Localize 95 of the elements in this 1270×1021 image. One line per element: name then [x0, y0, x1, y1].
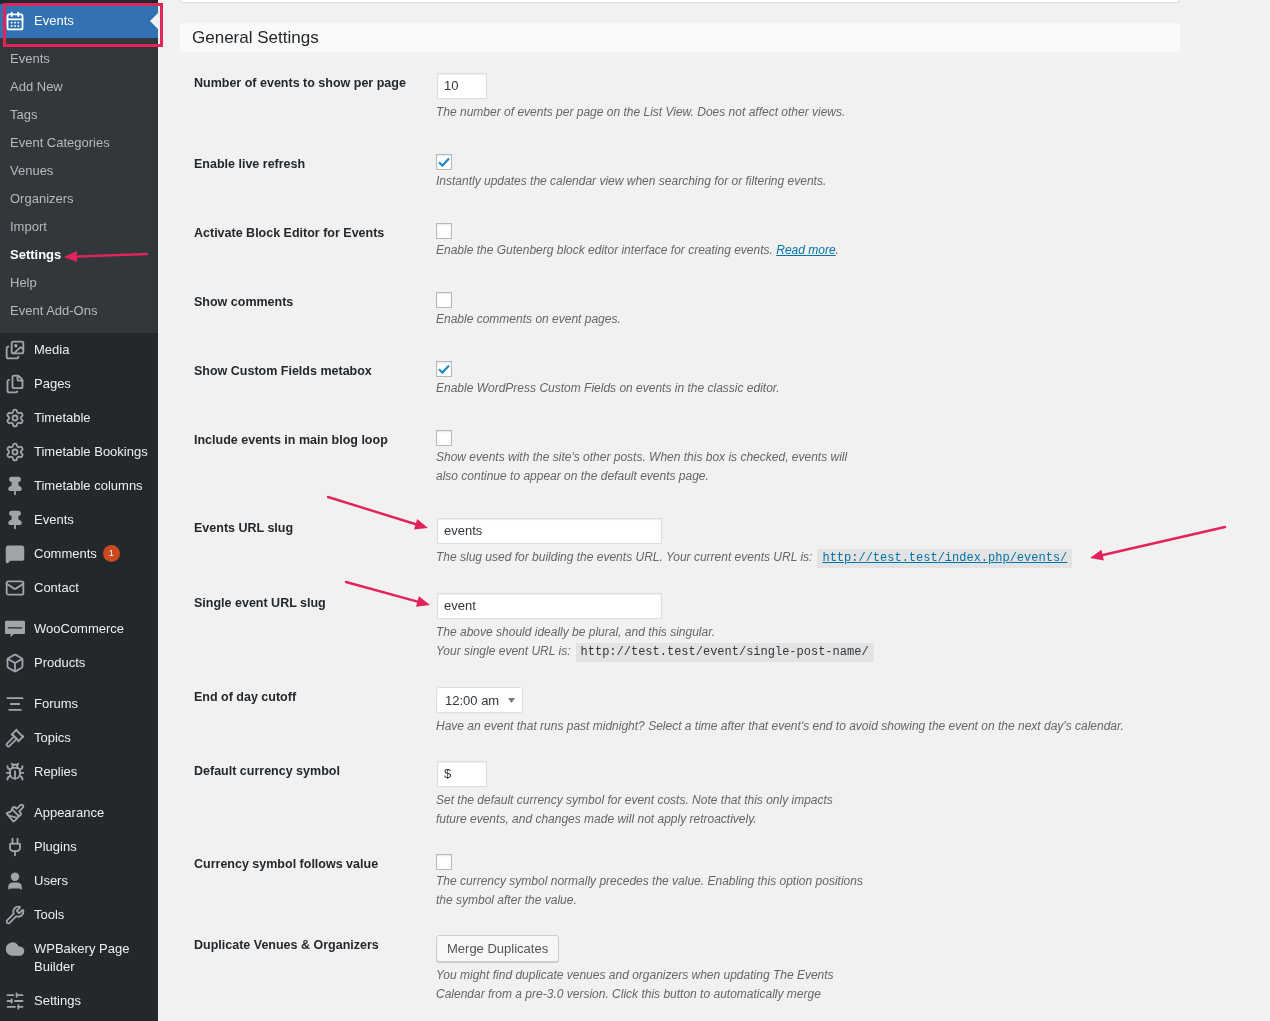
text-input[interactable]: 10 [437, 73, 487, 99]
menu-item[interactable]: Tools [0, 898, 158, 932]
url-link[interactable]: http://test.test/index.php/events/ [817, 549, 1073, 568]
gavel-icon [5, 728, 25, 748]
submenu-item[interactable]: Add New [0, 73, 158, 101]
menu-item[interactable]: Appearance [0, 796, 158, 830]
gear-icon [5, 442, 25, 462]
images-icon [5, 340, 25, 360]
menu-item[interactable]: Timetable Bookings [0, 435, 158, 469]
menu-item[interactable]: Comments 1 [0, 537, 158, 571]
menu-item[interactable]: Pages [0, 367, 158, 401]
field-description: The slug used for building the events URL. Your current events URL is: http://test.test/index.php/events/ [436, 548, 1073, 568]
setting-label: Include events in main blog loop [194, 432, 388, 449]
documents-icon [5, 374, 25, 394]
checkbox[interactable] [436, 430, 452, 446]
field-description: The above should ideally be plural, and this singular. [436, 624, 716, 641]
field-description: Set the default currency symbol for event costs. Note that this only impacts future events, and changes made will not apply retroactively. [436, 792, 833, 828]
field-description: Enable comments on event pages. [436, 311, 621, 328]
checkmark-icon [438, 157, 450, 167]
checkmark-icon [438, 364, 450, 374]
menu-item[interactable]: Plugins [0, 830, 158, 864]
envelope-icon [5, 578, 25, 598]
section-header: General Settings [180, 23, 1180, 52]
setting-label: Duplicate Venues & Organizers [194, 937, 379, 954]
menu-item[interactable]: Media [0, 333, 158, 367]
label-bubble-icon [5, 619, 25, 639]
setting-label: Default currency symbol [194, 763, 340, 780]
setting-label: Enable live refresh [194, 156, 306, 173]
submenu-item[interactable]: Tags [0, 101, 158, 129]
menu-item[interactable]: Timetable columns [0, 469, 158, 503]
setting-label: Single event URL slug [194, 595, 326, 612]
time-select[interactable]: 12:00 am [436, 687, 523, 713]
checkbox[interactable] [436, 223, 452, 239]
menu-item[interactable]: Users [0, 864, 158, 898]
bug-icon [5, 762, 25, 782]
user-icon [5, 871, 25, 891]
pin-icon [5, 510, 25, 530]
text-input[interactable]: events [437, 518, 662, 544]
menu-item[interactable]: Forums [0, 687, 158, 721]
menu-item[interactable]: Timetable [0, 401, 158, 435]
calendar-icon [5, 11, 25, 31]
triangle-icon [150, 13, 158, 29]
field-description: The number of events per page on the List View. Does not affect other views. [436, 104, 846, 121]
setting-label: Events URL slug [194, 520, 294, 537]
submenu-item[interactable]: Help [0, 269, 158, 297]
field-description: Instantly updates the calendar view when searching for or filtering events. [436, 173, 827, 190]
checkbox[interactable] [436, 361, 452, 377]
read-more-link[interactable]: Read more [776, 243, 836, 257]
submenu-item[interactable]: Event Add-Ons [0, 297, 158, 325]
submenu-item[interactable]: Events [0, 45, 158, 73]
text-input[interactable]: event [437, 593, 662, 619]
submenu-item[interactable]: Event Categories [0, 129, 158, 157]
url-code: http://test.test/event/single-post-name/ [575, 643, 874, 662]
setting-label: Number of events to show per page [194, 75, 406, 92]
menu-item[interactable]: Events [0, 503, 158, 537]
setting-label: Show comments [194, 294, 294, 311]
field-description: Enable WordPress Custom Fields on events in the classic editor. [436, 380, 780, 397]
menu-item[interactable]: WooCommerce [0, 612, 158, 646]
submenu-item[interactable]: Import [0, 213, 158, 241]
setting-label: Currency symbol follows value [194, 856, 379, 873]
field-description: Show events with the site's other posts. When this box is checked, events will also continue to appear on the default events page. [436, 449, 848, 485]
menu-item[interactable]: WPBakery Page Builder [0, 932, 158, 984]
menu-item[interactable]: Events [0, 4, 158, 38]
lines-icon [5, 694, 25, 714]
box-icon [5, 653, 25, 673]
checkbox[interactable] [436, 154, 452, 170]
submenu-item[interactable]: Venues [0, 157, 158, 185]
sliders-icon [5, 991, 25, 1011]
paintbrush-icon [5, 803, 25, 823]
submenu-item[interactable]: Organizers [0, 185, 158, 213]
setting-label: Show Custom Fields metabox [194, 363, 372, 380]
menu-item[interactable]: Contact [0, 571, 158, 605]
setting-label: End of day cutoff [194, 689, 297, 706]
field-description: You might find duplicate venues and organizers when updating The Events Calendar from a pre-3.0 version. Click this button to automatically merge [436, 967, 834, 1003]
setting-label: Activate Block Editor for Events [194, 225, 385, 242]
field-description: The currency symbol normally precedes the value. Enabling this option positions the symbol after the value. [436, 873, 863, 909]
pin-icon [5, 476, 25, 496]
submenu-item[interactable]: Settings [0, 241, 158, 269]
wrench-icon [5, 905, 25, 925]
checkbox[interactable] [436, 854, 452, 870]
menu-item[interactable]: Replies [0, 755, 158, 789]
menu-item[interactable]: Topics [0, 721, 158, 755]
field-description: Have an event that runs past midnight? Select a time after that event's end to avoid showing the event on the next day's calendar. [436, 718, 1124, 735]
merge-duplicates-button[interactable]: Merge Duplicates [436, 935, 560, 962]
field-description: Enable the Gutenberg block editor interface for creating events. Read more. [436, 242, 839, 259]
text-input[interactable]: $ [437, 761, 487, 787]
menu-item[interactable]: Settings [0, 984, 158, 1018]
speech-bubble-icon [5, 544, 25, 564]
count-badge: 1 [102, 545, 120, 562]
menu-item[interactable]: Products [0, 646, 158, 680]
field-description: Your single event URL is: http://test.test/event/single-post-name/ [436, 642, 874, 662]
gear-icon [5, 408, 25, 428]
cloud-icon [5, 939, 25, 959]
caret-icon [508, 697, 515, 703]
checkbox[interactable] [436, 292, 452, 308]
